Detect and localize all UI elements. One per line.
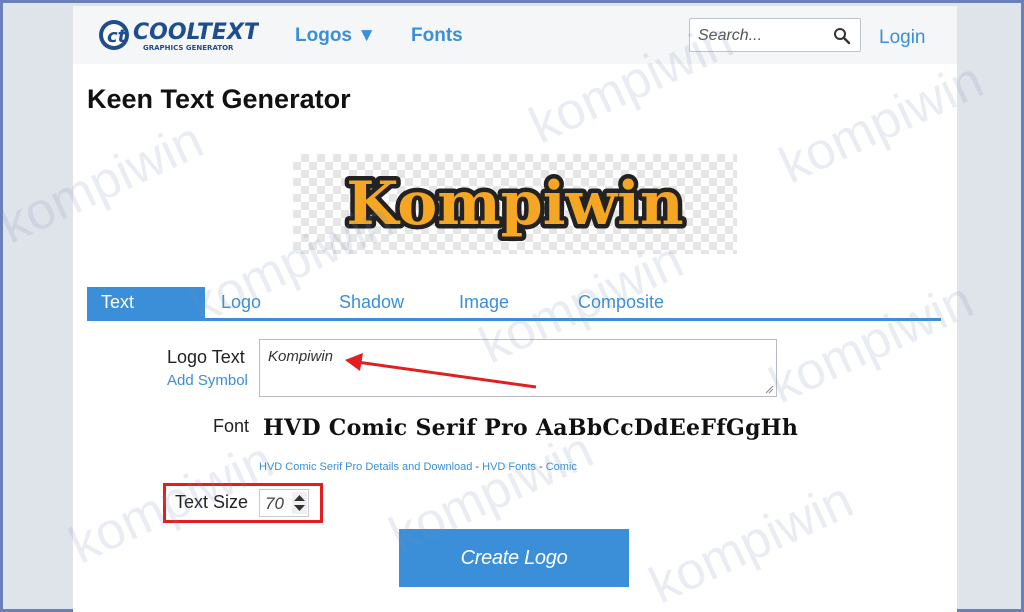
tab-image[interactable]: Image bbox=[459, 287, 509, 318]
brand-name: COOLTEXT bbox=[133, 20, 259, 45]
tab-shadow[interactable]: Shadow bbox=[339, 287, 404, 318]
font-preview[interactable]: HVD Comic Serif Pro AaBbCcDdEeFfGgHh bbox=[263, 415, 798, 441]
cooltext-logo-icon: ct COOLTEXT GRAPHICS GENERATOR bbox=[99, 20, 261, 52]
login-link[interactable]: Login bbox=[879, 27, 926, 49]
create-logo-button[interactable]: Create Logo bbox=[399, 529, 629, 587]
search-icon[interactable] bbox=[833, 27, 851, 45]
nav-fonts[interactable]: Fonts bbox=[411, 25, 463, 47]
settings-tabs: Text Logo Shadow Image Composite bbox=[87, 287, 941, 321]
logo-text-label: Logo Text bbox=[167, 347, 245, 367]
resize-grip-icon[interactable] bbox=[764, 384, 774, 394]
logo-preview-text: Kompiwin bbox=[346, 169, 683, 239]
font-category-link[interactable]: Comic bbox=[546, 461, 577, 473]
brand-tagline: GRAPHICS GENERATOR bbox=[143, 44, 234, 52]
font-details-link[interactable]: HVD Comic Serif Pro Details and Download bbox=[259, 461, 472, 473]
font-links: HVD Comic Serif Pro Details and Download… bbox=[259, 461, 577, 473]
cooltext-logo[interactable]: ct COOLTEXT GRAPHICS GENERATOR bbox=[97, 17, 261, 53]
top-navigation-bar: ct COOLTEXT GRAPHICS GENERATOR Logos ▼ F… bbox=[73, 6, 957, 64]
search-input[interactable] bbox=[698, 25, 828, 47]
logo-preview: Kompiwin Kompiwin bbox=[293, 154, 737, 254]
tab-logo[interactable]: Logo bbox=[221, 287, 261, 318]
page: ct COOLTEXT GRAPHICS GENERATOR Logos ▼ F… bbox=[73, 6, 957, 612]
text-size-highlight bbox=[163, 483, 323, 523]
tab-composite[interactable]: Composite bbox=[578, 287, 664, 318]
search-box bbox=[689, 18, 861, 52]
nav-logos[interactable]: Logos ▼ bbox=[295, 25, 376, 47]
page-title: Keen Text Generator bbox=[87, 84, 351, 114]
add-symbol-link[interactable]: Add Symbol bbox=[167, 372, 248, 389]
link-separator: - bbox=[472, 461, 483, 473]
logo-text-field[interactable]: Kompiwin bbox=[260, 340, 776, 396]
svg-text:ct: ct bbox=[107, 26, 128, 47]
logo-text-field-wrap: Kompiwin bbox=[259, 339, 777, 397]
link-separator: - bbox=[535, 461, 546, 473]
font-foundry-link[interactable]: HVD Fonts bbox=[482, 461, 536, 473]
screenshot-frame: ct COOLTEXT GRAPHICS GENERATOR Logos ▼ F… bbox=[0, 0, 1024, 612]
tab-text[interactable]: Text bbox=[87, 287, 205, 318]
font-label: Font bbox=[213, 416, 250, 436]
logo-preview-image: Kompiwin Kompiwin bbox=[342, 165, 688, 244]
